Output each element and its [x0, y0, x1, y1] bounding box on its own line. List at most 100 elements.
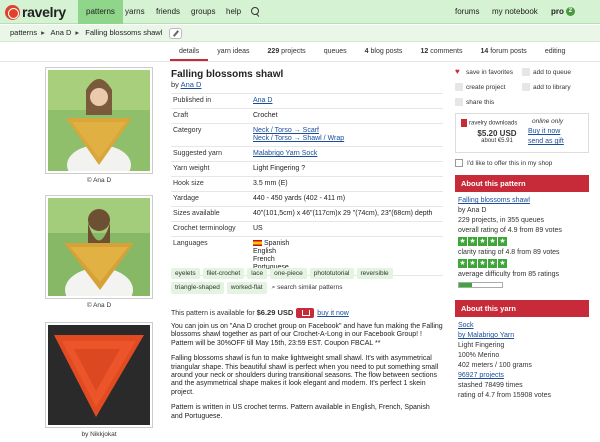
photo-caption-2: © Ana D	[86, 302, 112, 309]
category-link[interactable]: Neck / Torso → Shawl / Wrap	[253, 135, 441, 143]
photo-caption-3[interactable]: by Nikkjokat	[45, 431, 153, 438]
add-queue-button[interactable]: add to queue	[522, 68, 589, 76]
library-icon	[522, 83, 530, 91]
tab-blog-posts[interactable]: 4 blog posts	[356, 44, 412, 61]
yarn-brand-link[interactable]: by Malabrigo Yarn	[458, 332, 514, 339]
online-only-label: online only	[532, 118, 564, 125]
tag[interactable]: one-piece	[270, 268, 307, 279]
search-similar-link[interactable]: ⌕ search similar patterns	[270, 282, 345, 294]
suggested-yarn-link[interactable]: Malabrigo Yarn Sock	[253, 150, 317, 157]
pattern-description: You can join us on "Ana D crochet group …	[171, 323, 443, 428]
buy-now-link[interactable]: Buy it now	[528, 128, 560, 135]
pattern-name-link[interactable]: Falling blossoms shawl	[458, 197, 530, 204]
project-icon	[455, 83, 463, 91]
pattern-tabs: details yarn ideas 229 projects queues 4…	[170, 44, 574, 61]
attr-row: Crochet terminology US	[171, 221, 443, 236]
tab-forum-posts[interactable]: 14 forum posts	[471, 44, 535, 61]
breadcrumb-pattern[interactable]: Falling blossoms shawl	[85, 28, 162, 37]
attr-row: Category Neck / Torso → Scarf Neck / Torso…	[171, 123, 443, 146]
photo-shawl-front	[48, 70, 150, 185]
purchase-box: ravelry downloads online only $5.20 USD a…	[455, 113, 589, 153]
yarn-name-link[interactable]: Sock	[458, 322, 474, 329]
breadcrumb-patterns[interactable]: patterns	[10, 28, 37, 37]
nav-my-notebook[interactable]: my notebook	[484, 0, 546, 24]
yarn-meters: 402 meters / 100 grams	[458, 362, 532, 369]
photo-caption-1: © Ana D	[86, 177, 112, 184]
projects-queues: 229 projects, in 355 queues	[458, 217, 545, 224]
about-pattern-header: About this pattern	[455, 175, 589, 192]
about-yarn-header: About this yarn	[455, 300, 589, 317]
tab-yarn-ideas[interactable]: yarn ideas	[208, 44, 258, 61]
tabs-divider	[0, 61, 600, 62]
pattern-title: Falling blossoms shawl	[171, 69, 284, 80]
tab-editing[interactable]: editing	[536, 44, 575, 61]
ravelry-logo[interactable]: ravelry	[5, 3, 66, 21]
category-link[interactable]: Neck / Torso → Scarf	[253, 127, 441, 135]
attr-row: Suggested yarn Malabrigo Yarn Sock	[171, 146, 443, 161]
tab-comments[interactable]: 12 comments	[411, 44, 471, 61]
tab-details[interactable]: details	[170, 44, 209, 61]
queue-icon	[522, 68, 530, 76]
nav-help[interactable]: help	[218, 0, 249, 24]
yarn-projects-link[interactable]: 96927 projects	[458, 372, 504, 379]
tab-queues[interactable]: queues	[315, 44, 356, 61]
checkbox[interactable]	[455, 159, 463, 167]
description-paragraph: You can join us on "Ana D crochet group …	[171, 323, 443, 347]
yarn-ball-icon	[5, 4, 20, 20]
attr-row: Craft Crochet	[171, 108, 443, 123]
clarity-rating-stars: ★ ★ ★ ★ ★	[458, 259, 507, 268]
attr-row: Published in Ana D	[171, 93, 443, 108]
pattern-by: by Ana D	[458, 207, 487, 214]
send-gift-link[interactable]: send as gift	[528, 138, 564, 145]
tag[interactable]: filet-crochet	[202, 268, 245, 279]
attr-row: Sizes available 40"(101,5cm) x 46"(117cm)…	[171, 206, 443, 221]
nav-friends[interactable]: friends	[148, 0, 188, 24]
attr-row: Hook size 3.5 mm (E)	[171, 176, 443, 191]
offer-in-shop-checkbox[interactable]: I'd like to offer this in my shop	[455, 159, 589, 167]
share-icon	[455, 98, 463, 106]
overall-rating-stars: ★ ★ ★ ★ ★	[458, 237, 507, 246]
pattern-byline: by Ana D	[171, 80, 202, 89]
description-paragraph: Pattern is written in US crochet terms. …	[171, 404, 430, 420]
clarity-rating-text: clarity rating of 4.8 from 89 votes	[458, 249, 560, 256]
difficulty-fill	[459, 283, 472, 287]
published-in-link[interactable]: Ana D	[253, 97, 272, 104]
ravelry-downloads-label: ravelry downloads	[461, 119, 517, 127]
purchase-price: $5.20 USD about €5.91	[477, 129, 517, 144]
pattern-photo-1[interactable]	[45, 67, 153, 185]
breadcrumb-designer[interactable]: Ana D	[51, 28, 72, 37]
cart-icon[interactable]	[296, 308, 315, 319]
designer-link[interactable]: Ana D	[181, 80, 202, 89]
pattern-photo-3[interactable]	[45, 322, 153, 428]
about-pattern-panel: Falling blossoms shawl by Ana D 229 proj…	[455, 192, 589, 292]
difficulty-text: average difficulty from 85 ratings	[458, 271, 560, 278]
search-icon: ⌕	[271, 284, 276, 291]
search-icon[interactable]	[250, 7, 260, 17]
save-favorites-button[interactable]: ♥ save in favorites	[455, 68, 522, 76]
tag[interactable]: lace	[247, 268, 268, 279]
heart-icon: ♥	[455, 67, 460, 76]
pattern-price: This pattern is available for $6.29 USD b…	[171, 308, 349, 319]
tag[interactable]: triangle-shaped	[171, 282, 224, 294]
share-button[interactable]: share this	[455, 98, 589, 106]
tag[interactable]: phototutorial	[309, 268, 354, 279]
pattern-photo-2[interactable]	[45, 195, 153, 312]
top-nav: ravelry patterns yarns friends groups he…	[0, 0, 600, 24]
pattern-attributes: Published in Ana D Craft Crochet Category N…	[171, 93, 443, 276]
add-library-button[interactable]: add to library	[522, 83, 589, 91]
pattern-tags: eyelets filet-crochet lace one-piece pho…	[171, 268, 443, 294]
tag[interactable]: worked-flat	[226, 282, 267, 294]
nav-forums[interactable]: forums	[447, 0, 487, 24]
yarn-weight: Light Fingering	[458, 342, 505, 349]
description-paragraph: Falling blossoms shawl is fun to make li…	[171, 355, 439, 396]
edit-pencil-icon[interactable]	[169, 27, 183, 39]
notification-badge: 2	[565, 7, 575, 17]
tag[interactable]: eyelets	[171, 268, 200, 279]
spain-flag-icon	[253, 240, 262, 247]
yarn-fiber: 100% Merino	[458, 352, 500, 359]
buy-it-now-link[interactable]: buy it now	[317, 310, 349, 317]
create-project-button[interactable]: create project	[455, 83, 522, 91]
pro-menu[interactable]: pro 2	[551, 0, 575, 24]
tag[interactable]: reversible	[356, 268, 393, 279]
tab-projects[interactable]: 229 projects	[259, 44, 315, 61]
